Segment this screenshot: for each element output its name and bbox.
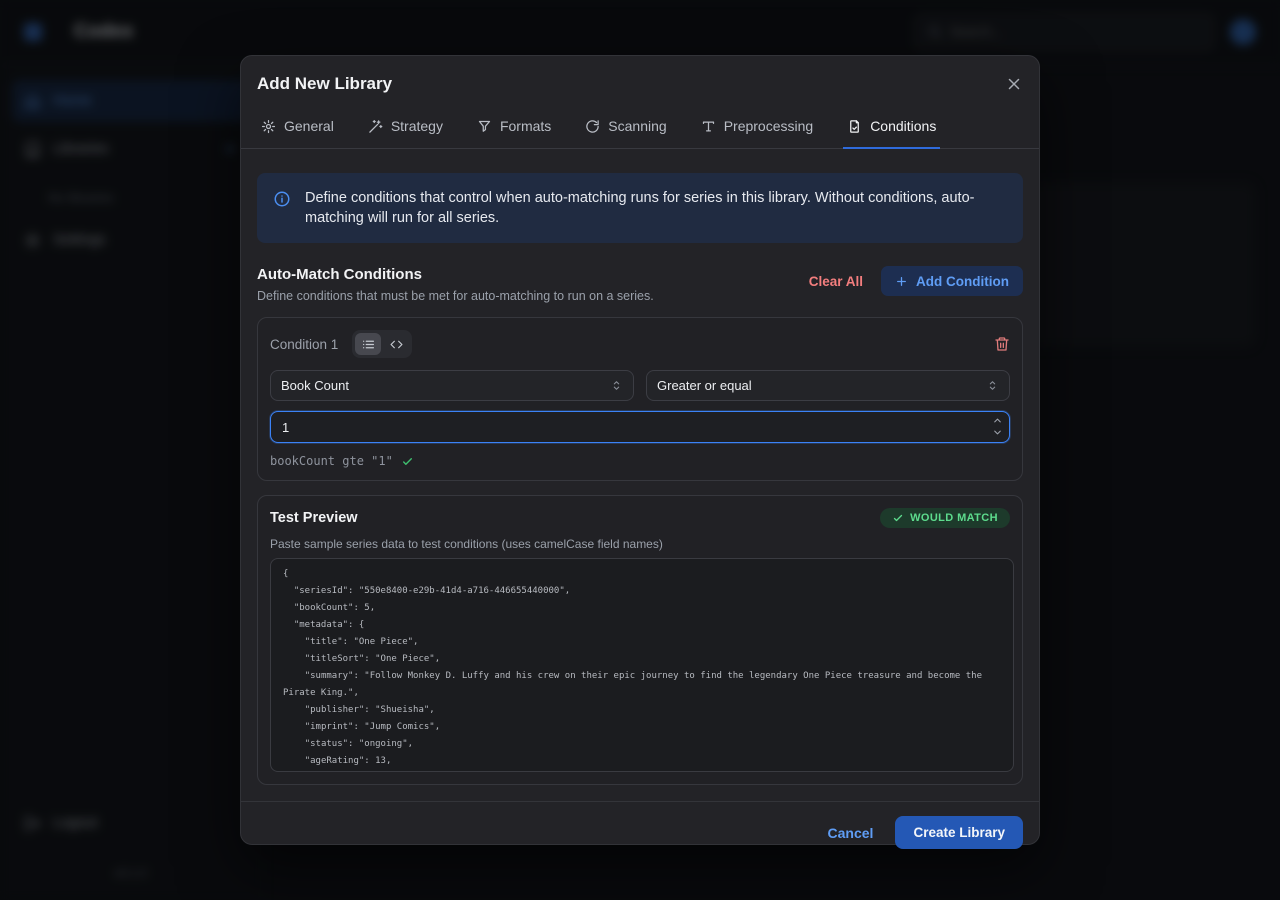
number-steppers <box>989 414 1005 440</box>
chevrons-up-down-icon <box>610 379 623 392</box>
tab-label: Scanning <box>608 118 666 134</box>
plus-icon <box>895 275 908 288</box>
test-preview-title: Test Preview <box>270 510 358 526</box>
add-library-modal: Add New Library General Strategy Formats <box>240 55 1040 845</box>
info-banner: Define conditions that control when auto… <box>257 173 1023 243</box>
tab-general[interactable]: General <box>257 110 338 149</box>
tab-scanning[interactable]: Scanning <box>581 110 670 149</box>
gear-icon <box>261 119 276 134</box>
chevron-up-icon[interactable] <box>989 415 1005 427</box>
condition-mode-toggle <box>352 330 412 358</box>
would-match-label: WOULD MATCH <box>910 512 998 524</box>
test-preview-card: Test Preview WOULD MATCH Paste sample se… <box>257 495 1023 785</box>
field-select-value: Book Count <box>281 378 349 393</box>
test-preview-hint: Paste sample series data to test conditi… <box>270 537 1010 551</box>
tab-strategy[interactable]: Strategy <box>364 110 447 149</box>
sample-json-textarea[interactable]: { "seriesId": "550e8400-e29b-41d4-a716-4… <box>270 558 1014 772</box>
chevrons-up-down-icon <box>986 379 999 392</box>
wand-icon <box>368 119 383 134</box>
chevron-down-icon[interactable] <box>989 427 1005 439</box>
code-icon <box>390 338 403 351</box>
tab-label: Preprocessing <box>724 118 814 134</box>
operator-select-value: Greater or equal <box>657 378 752 393</box>
close-icon[interactable] <box>1005 75 1023 93</box>
tab-label: Formats <box>500 118 551 134</box>
refresh-icon <box>585 119 600 134</box>
modal-title: Add New Library <box>257 74 392 94</box>
code-mode-button[interactable] <box>383 333 409 355</box>
check-icon <box>892 512 904 524</box>
type-icon <box>701 119 716 134</box>
tab-label: Conditions <box>870 118 936 134</box>
section-subtitle: Define conditions that must be met for a… <box>257 289 654 303</box>
list-icon <box>362 338 375 351</box>
add-condition-label: Add Condition <box>916 274 1009 289</box>
condition-label: Condition 1 <box>270 337 338 352</box>
condition-card: Condition 1 <box>257 317 1023 481</box>
section-title: Auto-Match Conditions <box>257 266 654 283</box>
clear-all-button[interactable]: Clear All <box>809 274 863 289</box>
funnel-icon <box>477 119 492 134</box>
condition-value-input[interactable] <box>270 411 1010 443</box>
would-match-badge: WOULD MATCH <box>880 508 1010 528</box>
tab-label: General <box>284 118 334 134</box>
valid-check-icon <box>401 455 414 468</box>
tab-preprocessing[interactable]: Preprocessing <box>697 110 818 149</box>
operator-select[interactable]: Greater or equal <box>646 370 1010 401</box>
create-library-button[interactable]: Create Library <box>895 816 1023 849</box>
cancel-button[interactable]: Cancel <box>828 825 874 841</box>
info-banner-text: Define conditions that control when auto… <box>305 188 995 228</box>
tab-label: Strategy <box>391 118 443 134</box>
info-icon <box>273 190 291 228</box>
tab-formats[interactable]: Formats <box>473 110 555 149</box>
modal-tabs: General Strategy Formats Scanning Prepro… <box>241 100 1039 149</box>
add-condition-button[interactable]: Add Condition <box>881 266 1023 296</box>
list-mode-button[interactable] <box>355 333 381 355</box>
file-check-icon <box>847 119 862 134</box>
condition-expression: bookCount gte "1" <box>270 454 393 468</box>
field-select[interactable]: Book Count <box>270 370 634 401</box>
delete-condition-icon[interactable] <box>994 336 1010 352</box>
tab-conditions[interactable]: Conditions <box>843 110 940 149</box>
